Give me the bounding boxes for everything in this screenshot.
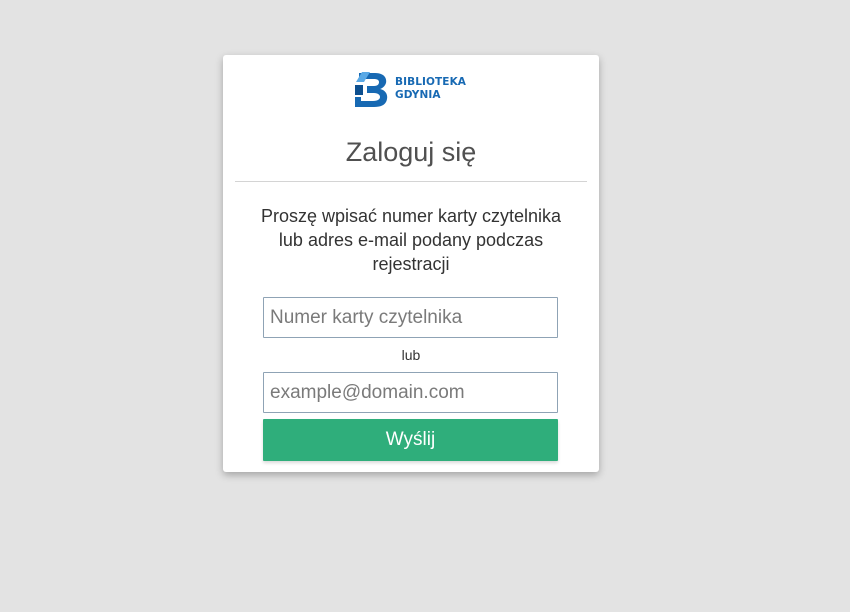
submit-button[interactable]: Wyślij — [263, 419, 558, 461]
email-input[interactable] — [263, 372, 558, 413]
logo-wordmark: BIBLIOTEKA GDYNIA — [395, 76, 466, 102]
or-separator-label: lub — [401, 347, 421, 363]
logo-line-2: GDYNIA — [395, 89, 441, 101]
library-logo: BIBLIOTEKA GDYNIA — [353, 68, 473, 110]
logo-line-1: BIBLIOTEKA — [395, 76, 467, 88]
library-b-logo-icon — [355, 72, 388, 107]
login-card: BIBLIOTEKA GDYNIA Zaloguj się Proszę wpi… — [223, 55, 599, 472]
library-card-number-input[interactable] — [263, 297, 558, 338]
login-instructions: Proszę wpisać numer karty czytelnika lub… — [260, 206, 562, 274]
title-divider — [235, 181, 587, 182]
page-title: Zaloguj się — [345, 137, 477, 167]
